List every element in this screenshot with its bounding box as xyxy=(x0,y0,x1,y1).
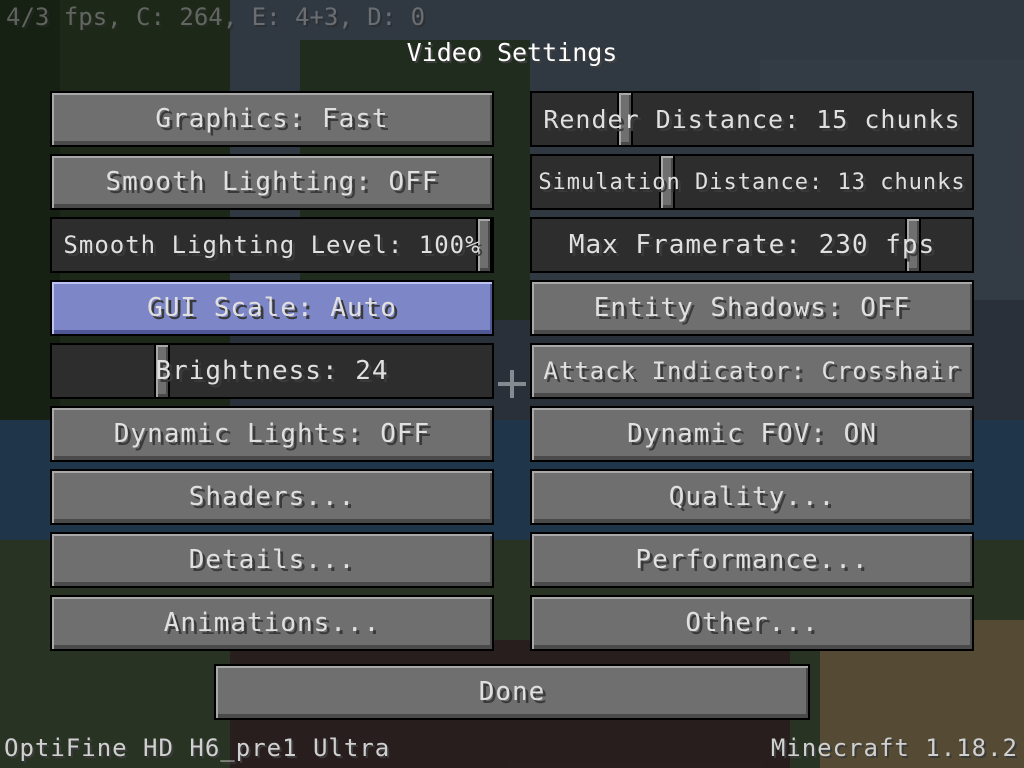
simulation-distance-label: Simulation Distance: 13 chunks xyxy=(538,169,966,195)
entity-shadows-label: Entity Shadows: OFF xyxy=(593,293,911,323)
attack-indicator-label: Attack Indicator: Crosshair xyxy=(543,357,961,385)
minecraft-version: Minecraft 1.18.2 xyxy=(770,734,1018,762)
entity-shadows-button[interactable]: Entity Shadows: OFF xyxy=(530,280,974,336)
smooth-lighting-level-slider[interactable]: Smooth Lighting Level: 100% xyxy=(50,217,494,273)
graphics-button[interactable]: Graphics: Fast xyxy=(50,91,494,147)
render-distance-label: Render Distance: 15 chunks xyxy=(543,104,961,134)
crosshair-icon xyxy=(498,370,526,398)
details-button[interactable]: Details... xyxy=(50,532,494,588)
performance-button[interactable]: Performance... xyxy=(530,532,974,588)
optifine-version: OptiFine HD H6_pre1 Ultra xyxy=(4,734,391,762)
smooth-lighting-level-label: Smooth Lighting Level: 100% xyxy=(63,231,481,259)
max-framerate-slider[interactable]: Max Framerate: 230 fps xyxy=(530,217,974,273)
shaders-label: Shaders... xyxy=(188,482,356,512)
max-framerate-label: Max Framerate: 230 fps xyxy=(568,230,936,260)
attack-indicator-button[interactable]: Attack Indicator: Crosshair xyxy=(530,343,974,399)
quality-label: Quality... xyxy=(668,482,836,512)
other-button[interactable]: Other... xyxy=(530,595,974,651)
brightness-label: Brightness: 24 xyxy=(155,356,389,386)
details-label: Details... xyxy=(188,545,356,575)
debug-overlay: 4/3 fps, C: 264, E: 4+3, D: 0 xyxy=(6,3,426,31)
animations-button[interactable]: Animations... xyxy=(50,595,494,651)
done-button[interactable]: Done xyxy=(214,664,810,720)
quality-button[interactable]: Quality... xyxy=(530,469,974,525)
gui-scale-button[interactable]: GUI Scale: Auto xyxy=(50,280,494,336)
shaders-button[interactable]: Shaders... xyxy=(50,469,494,525)
smooth-lighting-label: Smooth Lighting: OFF xyxy=(105,167,439,197)
other-label: Other... xyxy=(685,608,819,638)
render-distance-slider[interactable]: Render Distance: 15 chunks xyxy=(530,91,974,147)
dynamic-lights-label: Dynamic Lights: OFF xyxy=(113,419,431,449)
performance-label: Performance... xyxy=(635,545,869,575)
smooth-lighting-button[interactable]: Smooth Lighting: OFF xyxy=(50,154,494,210)
graphics-label: Graphics: Fast xyxy=(155,104,389,134)
simulation-distance-slider[interactable]: Simulation Distance: 13 chunks xyxy=(530,154,974,210)
animations-label: Animations... xyxy=(163,608,381,638)
done-button-label: Done xyxy=(478,677,546,707)
page-title: Video Settings xyxy=(406,38,618,67)
dynamic-lights-button[interactable]: Dynamic Lights: OFF xyxy=(50,406,494,462)
brightness-slider[interactable]: Brightness: 24 xyxy=(50,343,494,399)
gui-scale-label: GUI Scale: Auto xyxy=(147,293,397,323)
dynamic-fov-label: Dynamic FOV: ON xyxy=(627,419,877,449)
dynamic-fov-button[interactable]: Dynamic FOV: ON xyxy=(530,406,974,462)
